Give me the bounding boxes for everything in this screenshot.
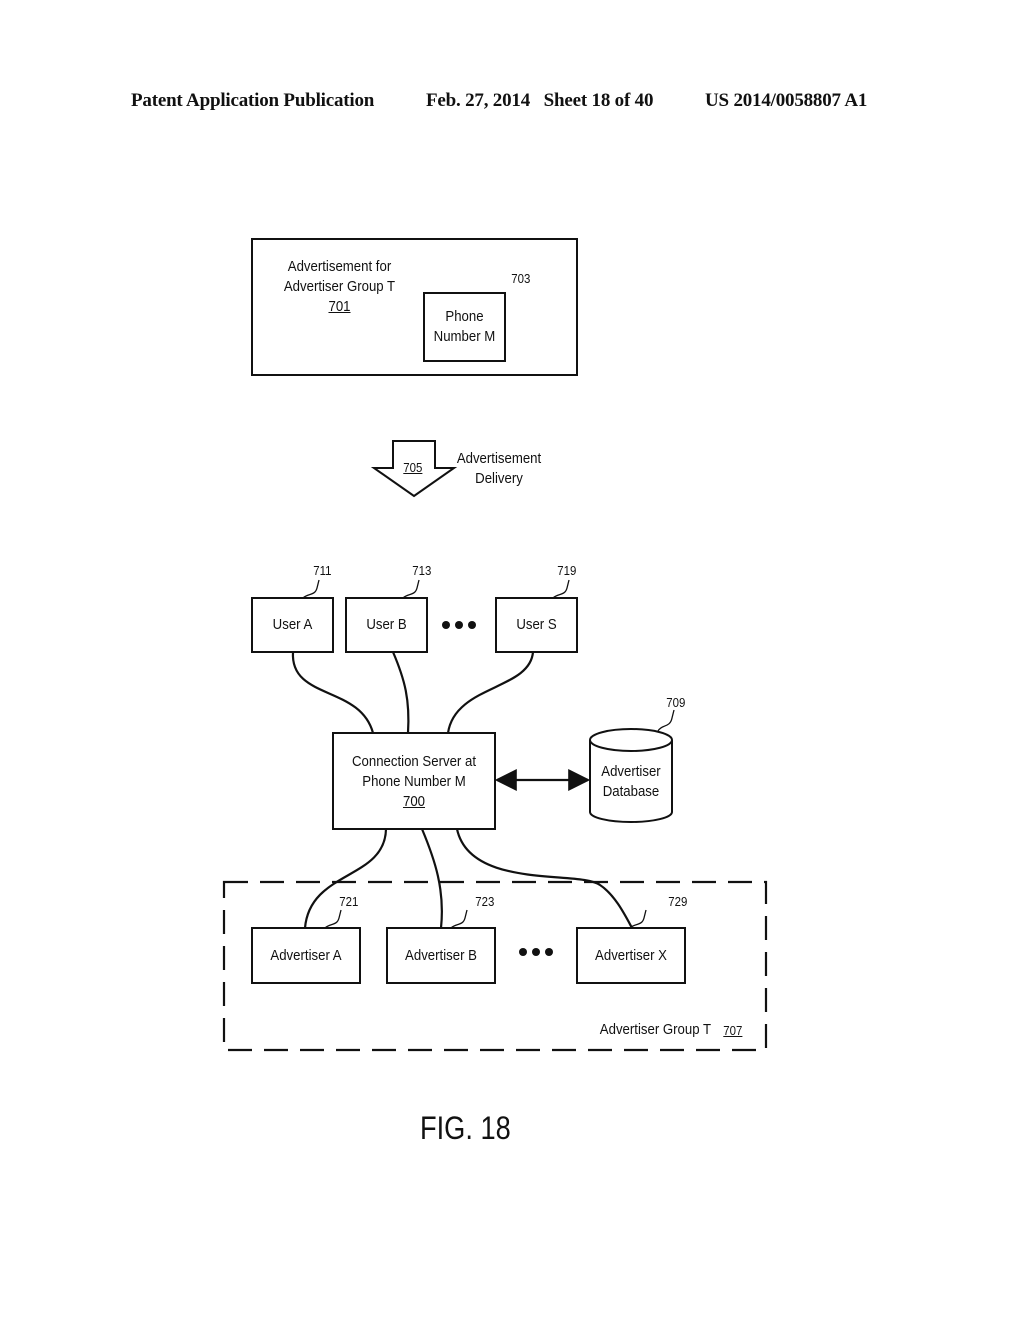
advertisers-ellipsis-icon	[519, 948, 553, 956]
advertiser-b-label: Advertiser B	[405, 947, 477, 964]
figure-label: FIG. 18	[420, 1110, 511, 1146]
ref-700: 700	[402, 793, 426, 810]
link-user-s	[446, 651, 535, 734]
link-advertiser-x	[455, 828, 633, 929]
advertiser-database-label: Advertiser Database	[601, 763, 661, 800]
connection-server-label: Connection Server at Phone Number M 700	[342, 752, 486, 812]
advertiser-group-label: Advertiser Group T	[599, 1021, 712, 1038]
leader-711	[302, 579, 320, 599]
ref-729: 729	[668, 894, 688, 909]
users-ellipsis-icon	[442, 621, 476, 629]
leader-713	[402, 579, 420, 599]
ref-721: 721	[339, 894, 359, 909]
leader-721	[324, 909, 342, 929]
delivery-label: Advertisement Delivery	[456, 450, 542, 487]
leader-729	[629, 909, 647, 929]
ref-713: 713	[412, 563, 432, 578]
advertiser-x-label: Advertiser X	[595, 947, 667, 964]
advertisement-title: Advertisement for Advertiser Group T 701	[271, 257, 407, 317]
ref-707: 707	[723, 1023, 743, 1038]
advertiser-a-label: Advertiser A	[270, 947, 342, 964]
link-user-b	[391, 651, 410, 734]
phone-number-label: Phone Number M	[433, 308, 496, 345]
link-advertiser-b	[420, 828, 443, 929]
ref-719: 719	[557, 563, 577, 578]
user-s-label: User S	[516, 616, 557, 633]
leader-709	[657, 709, 675, 732]
link-user-a	[291, 651, 375, 734]
ref-705: 705	[403, 460, 423, 475]
ref-703: 703	[511, 271, 531, 286]
diagram-connectors	[222, 275, 768, 1052]
leader-723	[450, 909, 468, 929]
ref-711: 711	[313, 563, 332, 578]
user-a-label: User A	[272, 616, 313, 633]
link-advertiser-a	[303, 828, 388, 929]
ref-723: 723	[475, 894, 495, 909]
ref-701: 701	[328, 298, 351, 315]
leader-719	[552, 579, 570, 599]
user-b-label: User B	[366, 616, 407, 633]
ref-709: 709	[666, 695, 686, 710]
